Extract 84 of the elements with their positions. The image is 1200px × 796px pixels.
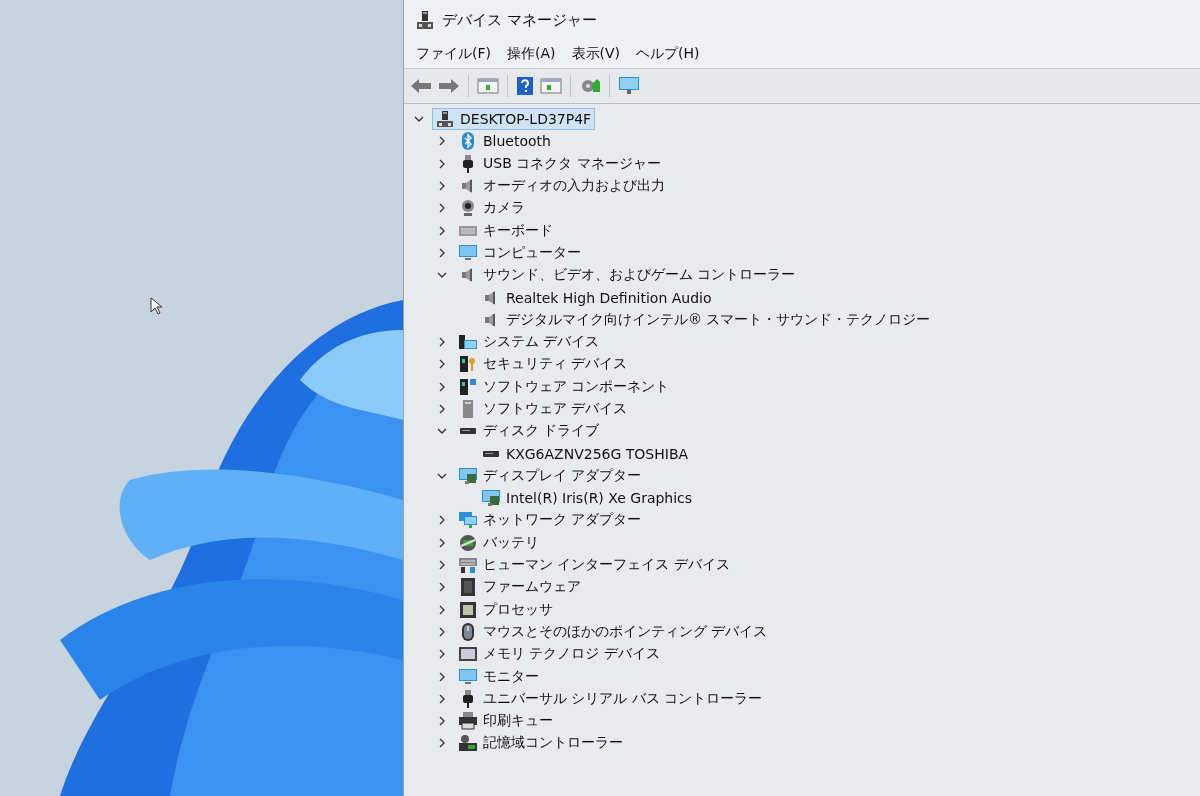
display-adapter-icon [482,489,500,508]
display-adapter-icon [459,466,477,485]
security-key-icon [459,355,477,374]
expand-chevron-icon[interactable] [437,381,447,392]
tree-item[interactable]: コンピューター [455,241,585,264]
device-manager-icon [416,10,434,30]
tree-item[interactable]: USB コネクタ マネージャー [455,152,665,175]
expand-chevron-icon[interactable] [437,716,447,727]
expand-chevron-icon[interactable] [437,359,447,370]
back-arrow-icon[interactable] [410,78,432,94]
expand-chevron-icon[interactable] [437,582,447,593]
expand-chevron-icon[interactable] [437,337,447,348]
expand-chevron-icon[interactable] [437,649,447,660]
properties-panel-icon[interactable] [540,77,562,95]
monitor-icon [459,243,477,262]
expand-chevron-icon[interactable] [437,247,447,258]
expand-chevron-icon[interactable] [437,537,447,548]
disk-drive-icon [459,428,477,435]
tree-item[interactable]: KXG6AZNV256G TOSHIBA [478,442,693,465]
tree-item[interactable]: オーディオの入力および出力 [455,175,669,198]
tree-item[interactable]: Bluetooth [455,130,555,153]
menu-item[interactable]: 表示(V) [565,42,626,66]
network-icon [459,511,477,530]
tree-item[interactable]: ユニバーサル シリアル バス コントローラー [455,687,767,710]
expand-chevron-icon[interactable] [437,181,447,192]
tree-item[interactable]: メモリ テクノロジ デバイス [455,643,664,666]
forward-arrow-icon[interactable] [438,78,460,94]
mouse-pointer-icon [150,297,162,315]
tree-item[interactable]: ファームウェア [455,576,585,599]
tree-item[interactable]: バッテリ [455,531,543,554]
tree-item[interactable]: モニター [455,665,543,688]
tree-item[interactable]: カメラ [455,197,529,220]
tree-item[interactable]: Intel(R) Iris(R) Xe Graphics [478,487,697,510]
menu-item[interactable]: ファイル(F) [410,42,497,66]
memory-device-icon [459,645,477,664]
tree-item[interactable]: 記憶域コントローラー [455,732,627,755]
computer-icon [436,110,454,129]
tree-item[interactable]: Realtek High Definition Audio [478,286,716,309]
tree-item[interactable]: マウスとそのほかのポインティング デバイス [455,620,772,643]
tree-item[interactable]: ディスク ドライブ [455,420,604,443]
expand-chevron-icon[interactable] [437,225,447,236]
tree-item[interactable]: ネットワーク アダプター [455,509,646,532]
tree-item[interactable]: ディスプレイ アダプター [455,464,646,487]
tree-item[interactable]: DESKTOP-LD37P4F [432,108,596,131]
processor-icon [459,600,477,619]
help-icon[interactable] [516,76,534,96]
tree-item[interactable]: 印刷キュー [455,710,557,733]
printer-icon [459,712,477,731]
tree-item[interactable]: セキュリティ デバイス [455,353,632,376]
window-title: デバイス マネージャー [442,10,597,30]
bluetooth-icon [459,132,477,151]
tree-item[interactable]: システム デバイス [455,331,604,354]
expand-chevron-icon[interactable] [437,738,447,749]
tree-item[interactable]: デジタルマイク向けインテル® スマート・サウンド・テクノロジー [478,308,935,331]
software-component-icon [459,377,477,396]
system-devices-icon [459,333,477,352]
monitor-icon [459,667,477,686]
battery-icon [459,533,477,552]
webcam-icon [459,199,477,218]
tree-item[interactable]: ヒューマン インターフェイス デバイス [455,554,734,577]
menu-item[interactable]: 操作(A) [501,42,562,66]
expand-chevron-icon[interactable] [437,203,447,214]
hid-device-icon [459,556,477,575]
mouse-icon [459,622,477,641]
tree-item[interactable]: キーボード [455,219,557,242]
tree-item[interactable]: プロセッサ [455,598,557,621]
tree-item[interactable]: ソフトウェア コンポーネント [455,375,674,398]
console-tree-icon[interactable] [477,77,499,95]
expand-chevron-icon[interactable] [437,560,447,571]
menu-item[interactable]: ヘルプ(H) [630,42,706,66]
disk-drive-icon [482,450,500,457]
expand-chevron-icon[interactable] [437,626,447,637]
expand-chevron-icon[interactable] [437,404,447,414]
storage-controller-icon [459,734,477,753]
monitor-icon[interactable] [618,76,640,96]
expand-chevron-icon[interactable] [437,158,447,169]
expand-chevron-icon[interactable] [437,693,447,704]
firmware-chip-icon [459,578,477,597]
expand-chevron-icon[interactable] [437,136,447,147]
expand-chevron-icon[interactable] [437,604,447,615]
tree-item[interactable]: ソフトウェア デバイス [455,398,632,420]
expand-chevron-icon[interactable] [437,671,447,682]
expand-chevron-icon[interactable] [437,515,447,526]
tree-item[interactable]: サウンド、ビデオ、およびゲーム コントローラー [455,264,800,287]
